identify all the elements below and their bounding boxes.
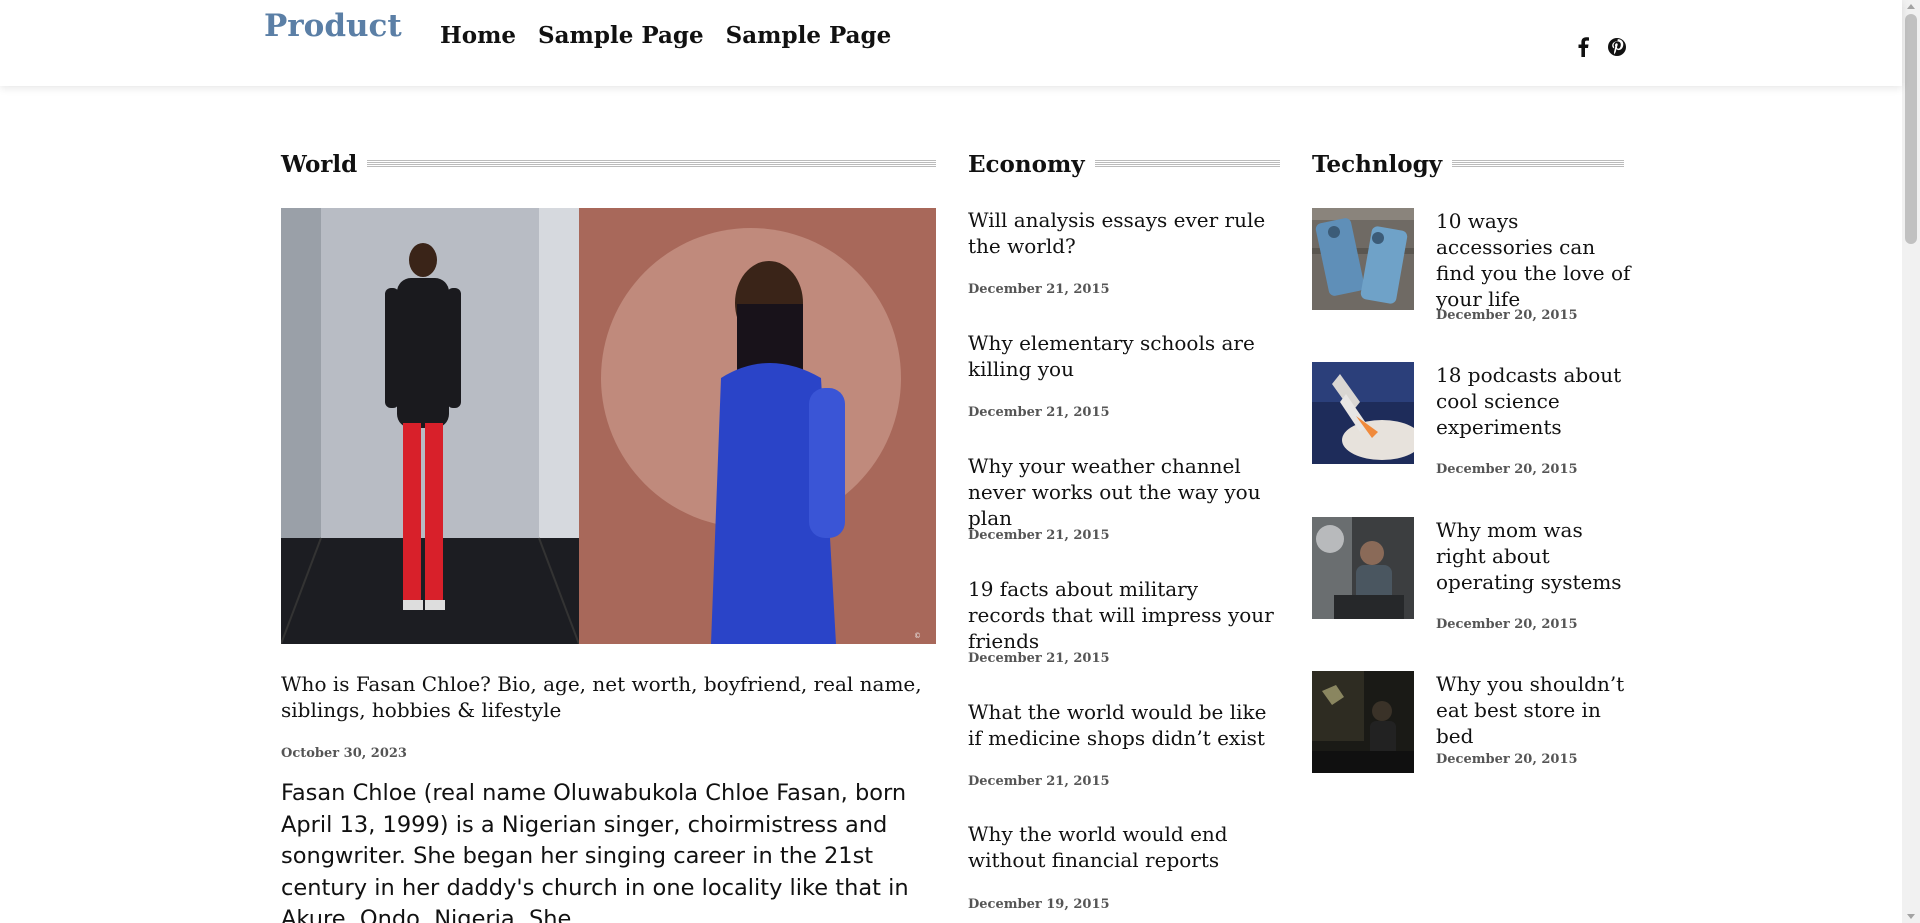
article-title[interactable]: Why elementary schools are killing you	[968, 330, 1280, 382]
scroll-down-icon[interactable]	[1907, 914, 1915, 919]
article-title[interactable]: Why your weather channel never works out…	[968, 453, 1280, 531]
svg-text:©: ©	[914, 632, 921, 640]
section-title-world[interactable]: World	[281, 151, 357, 178]
article-date: December 21, 2015	[968, 651, 1110, 666]
article-date: December 20, 2015	[1436, 308, 1578, 323]
economy-article[interactable]: What the world would be like if medicine…	[968, 699, 1280, 789]
article-thumbnail[interactable]	[1312, 208, 1414, 310]
economy-article[interactable]: Will analysis essays ever rule the world…	[968, 207, 1280, 297]
article-thumbnail[interactable]	[1312, 671, 1414, 773]
article-title[interactable]: 10 ways accessories can find you the lov…	[1436, 208, 1632, 312]
featured-article-title[interactable]: Who is Fasan Chloe? Bio, age, net worth,…	[281, 671, 936, 723]
technology-article[interactable]: 18 podcasts about cool science experimen…	[1312, 362, 1632, 477]
section-title-economy[interactable]: Economy	[968, 151, 1085, 178]
article-title[interactable]: Why the world would end without financia…	[968, 821, 1280, 873]
article-date: December 21, 2015	[968, 528, 1110, 543]
article-date: December 20, 2015	[1436, 462, 1578, 477]
article-thumbnail[interactable]	[1312, 517, 1414, 619]
article-title[interactable]: 18 podcasts about cool science experimen…	[1436, 362, 1632, 440]
featured-article-date: October 30, 2023	[281, 746, 407, 761]
article-date: December 19, 2015	[968, 897, 1110, 912]
article-title[interactable]: Why mom was right about operating system…	[1436, 517, 1632, 595]
site-logo[interactable]: Product	[264, 8, 402, 44]
article-date: December 20, 2015	[1436, 752, 1578, 767]
article-title[interactable]: What the world would be like if medicine…	[968, 699, 1280, 751]
technology-article[interactable]: 10 ways accessories can find you the lov…	[1312, 208, 1632, 323]
featured-article-image[interactable]: ©	[281, 208, 936, 644]
technology-article[interactable]: Why mom was right about operating system…	[1312, 517, 1632, 632]
scroll-up-icon[interactable]	[1907, 4, 1915, 9]
section-header-world: World	[281, 150, 936, 178]
article-title[interactable]: 19 facts about military records that wil…	[968, 576, 1280, 654]
article-title[interactable]: Why you shouldn’t eat best store in bed	[1436, 671, 1632, 749]
section-divider	[367, 160, 936, 168]
site-header: Product Home Sample Page Sample Page	[0, 0, 1902, 86]
article-date: December 21, 2015	[968, 405, 1110, 420]
page-scrollbar[interactable]	[1902, 0, 1920, 923]
economy-article[interactable]: Why the world would end without financia…	[968, 821, 1280, 912]
section-header-technology: Technlogy	[1312, 150, 1624, 178]
nav-home[interactable]: Home	[440, 22, 516, 49]
featured-article-excerpt: Fasan Chloe (real name Oluwabukola Chloe…	[281, 780, 909, 923]
nav-sample-page-1[interactable]: Sample Page	[538, 22, 704, 49]
main-nav: Home Sample Page Sample Page	[440, 22, 891, 49]
article-date: December 20, 2015	[1436, 617, 1578, 632]
section-divider	[1094, 160, 1280, 168]
article-title[interactable]: Will analysis essays ever rule the world…	[968, 207, 1280, 259]
facebook-icon[interactable]	[1572, 36, 1594, 58]
nav-sample-page-2[interactable]: Sample Page	[726, 22, 892, 49]
scrollbar-thumb[interactable]	[1905, 14, 1917, 244]
pinterest-icon[interactable]	[1606, 36, 1628, 58]
article-date: December 21, 2015	[968, 282, 1110, 297]
article-date: December 21, 2015	[968, 774, 1110, 789]
section-divider	[1452, 160, 1624, 168]
article-thumbnail[interactable]	[1312, 362, 1414, 464]
economy-article[interactable]: 19 facts about military records that wil…	[968, 576, 1280, 666]
section-title-technology[interactable]: Technlogy	[1312, 151, 1442, 178]
economy-article[interactable]: Why elementary schools are killing you D…	[968, 330, 1280, 420]
section-header-economy: Economy	[968, 150, 1280, 178]
economy-article[interactable]: Why your weather channel never works out…	[968, 453, 1280, 543]
technology-article[interactable]: Why you shouldn’t eat best store in bed …	[1312, 671, 1632, 781]
